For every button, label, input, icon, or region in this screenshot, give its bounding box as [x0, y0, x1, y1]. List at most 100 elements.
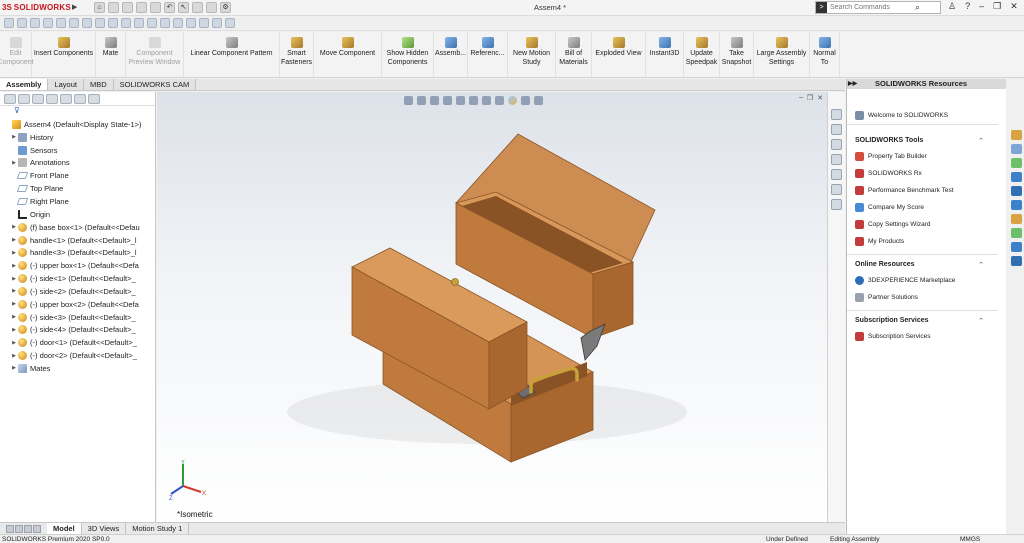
tree-item[interactable]: ▶ (-) side<2> (Default<<Default>_ [0, 285, 155, 298]
tree-item[interactable]: Right Plane [0, 195, 155, 208]
resource-item-solidworks-rx[interactable]: SOLIDWORKS Rx [855, 165, 1006, 182]
toolbar-icon[interactable] [56, 18, 66, 28]
expand-arrow-icon[interactable]: ▶ [10, 237, 18, 243]
welcome-link[interactable]: Welcome to SOLIDWORKS [855, 111, 1006, 120]
toolbar-icon[interactable] [69, 18, 79, 28]
show-hidden-components-button[interactable]: Show Hidden Components [382, 32, 434, 77]
toolbar-icon[interactable] [186, 18, 196, 28]
expand-arrow-icon[interactable]: ▶ [10, 160, 18, 166]
tree-item[interactable]: ▶ (f) base box<1> (Default<<Defau [0, 221, 155, 234]
tree-item[interactable]: ▶ Annotations [0, 157, 155, 170]
tree-item[interactable]: Sensors [0, 144, 155, 157]
tree-item[interactable]: ▶ handle<1> (Default<<Default>_l [0, 234, 155, 247]
edit-component-button[interactable]: Edit Component [0, 32, 34, 77]
expand-arrow-icon[interactable]: ▶ [10, 327, 18, 333]
design-library-icon[interactable] [831, 124, 842, 135]
new-document-icon[interactable] [108, 2, 119, 13]
expand-arrow-icon[interactable]: ▶ [10, 340, 18, 346]
normal-to-button[interactable]: Normal To [810, 32, 840, 77]
toolbar-icon[interactable] [82, 18, 92, 28]
custom-properties-icon[interactable] [831, 184, 842, 195]
tree-item[interactable]: ▶ (-) side<1> (Default<<Default>_ [0, 272, 155, 285]
toolbar-icon[interactable] [173, 18, 183, 28]
file-explorer-icon[interactable] [831, 139, 842, 150]
forum-icon[interactable] [831, 199, 842, 210]
tree-item[interactable]: ▶ (-) upper box<2> (Default<<Defa [0, 298, 155, 311]
mate-button[interactable]: Mate [96, 32, 126, 77]
editing-status[interactable]: Editing Assembly [830, 535, 880, 543]
toolbox-model[interactable] [157, 92, 827, 522]
prev-tab-icon[interactable] [15, 524, 23, 533]
resource-item-subscription[interactable]: Subscription Services [855, 328, 1006, 345]
toolbar-icon[interactable] [160, 18, 170, 28]
tree-item[interactable]: ▶ handle<3> (Default<<Default>_l [0, 246, 155, 259]
expand-arrow-icon[interactable]: ▶ [10, 250, 18, 256]
cam-tab-icon[interactable] [74, 94, 86, 104]
tree-item[interactable]: ▶ History [0, 131, 155, 144]
resource-item-my-products[interactable]: My Products [855, 233, 1006, 250]
expand-arrow-icon[interactable]: ▶ [10, 353, 18, 359]
toolbar-icon[interactable] [1010, 200, 1022, 210]
toolbar-icon[interactable] [1010, 130, 1022, 140]
resource-item-compare-score[interactable]: Compare My Score [855, 199, 1006, 216]
linear-component-pattern-button[interactable]: Linear Component Pattern [184, 32, 280, 77]
tree-item[interactable]: ▶ Mates [0, 362, 155, 375]
search-icon[interactable]: ⌕ [915, 2, 920, 13]
rebuild-icon[interactable] [192, 2, 203, 13]
home-icon[interactable]: ⌂ [94, 2, 105, 13]
toolbar-icon[interactable] [30, 18, 40, 28]
toolbar-icon[interactable] [199, 18, 209, 28]
save-icon[interactable] [136, 2, 147, 13]
minimize-icon[interactable]: – [979, 1, 984, 12]
tab-layout[interactable]: Layout [48, 79, 84, 90]
search-commands-box[interactable]: > ⌕ [815, 1, 941, 14]
select-icon[interactable]: ↖ [178, 2, 189, 13]
unit-system[interactable]: MMGS [960, 535, 980, 543]
dimxpert-tab-icon[interactable] [46, 94, 58, 104]
view-palette-icon[interactable] [831, 154, 842, 165]
component-preview-button[interactable]: Component Preview Window [126, 32, 184, 77]
update-speedpak-button[interactable]: Update Speedpak [684, 32, 720, 77]
toolbar-icon[interactable] [225, 18, 235, 28]
expand-arrow-icon[interactable]: ▶ [10, 134, 18, 140]
toolbar-icon[interactable] [121, 18, 131, 28]
tree-item[interactable]: ▶ (-) upper box<1> (Default<<Defa [0, 259, 155, 272]
expand-arrow-icon[interactable]: ▶ [10, 365, 18, 371]
tab-scroll-icon[interactable] [88, 94, 100, 104]
open-icon[interactable] [122, 2, 133, 13]
bill-of-materials-button[interactable]: Bill of Materials [556, 32, 592, 77]
appearances-icon[interactable] [831, 169, 842, 180]
tab-solidworks-cam[interactable]: SOLIDWORKS CAM [113, 79, 197, 90]
tab-3d-views[interactable]: 3D Views [82, 522, 127, 535]
expand-arrow-icon[interactable]: ▶ [10, 263, 18, 269]
toolbar-icon[interactable] [1010, 144, 1022, 154]
tab-model[interactable]: Model [47, 522, 82, 535]
toolbar-icon[interactable] [108, 18, 118, 28]
tab-mbd[interactable]: MBD [83, 79, 114, 90]
expand-arrow-icon[interactable]: ▶ [10, 288, 18, 294]
resource-item-property-tab-builder[interactable]: Property Tab Builder [855, 148, 1006, 165]
tree-item[interactable]: ▶ (-) door<2> (Default<<Default>_ [0, 349, 155, 362]
help-icon[interactable]: ? [965, 1, 970, 12]
chevron-up-icon[interactable]: ⌃ [978, 137, 984, 145]
toolbar-icon[interactable] [134, 18, 144, 28]
tree-item[interactable]: ▶ (-) side<3> (Default<<Default>_ [0, 311, 155, 324]
toolbar-icon[interactable] [17, 18, 27, 28]
toolbar-icon[interactable] [95, 18, 105, 28]
undo-icon[interactable]: ↶ [164, 2, 175, 13]
toolbar-icon[interactable] [1010, 256, 1022, 266]
resources-home-icon[interactable] [831, 109, 842, 120]
tree-item[interactable]: Top Plane [0, 182, 155, 195]
toolbar-icon[interactable] [4, 18, 14, 28]
tab-assembly[interactable]: Assembly [0, 79, 49, 90]
smart-fasteners-button[interactable]: Smart Fasteners [280, 32, 314, 77]
instant3d-button[interactable]: Instant3D [646, 32, 684, 77]
graphics-area[interactable]: – ❐ ✕ Y X Z *Isometric [157, 92, 827, 522]
print-icon[interactable] [150, 2, 161, 13]
tab-motion-study[interactable]: Motion Study 1 [126, 522, 190, 535]
toolbar-icon[interactable] [1010, 186, 1022, 196]
take-snapshot-button[interactable]: Take Snapshot [720, 32, 754, 77]
toolbar-icon[interactable] [1010, 214, 1022, 224]
next-tab-icon[interactable] [24, 524, 32, 533]
resource-item-copy-settings[interactable]: Copy Settings Wizard [855, 216, 1006, 233]
